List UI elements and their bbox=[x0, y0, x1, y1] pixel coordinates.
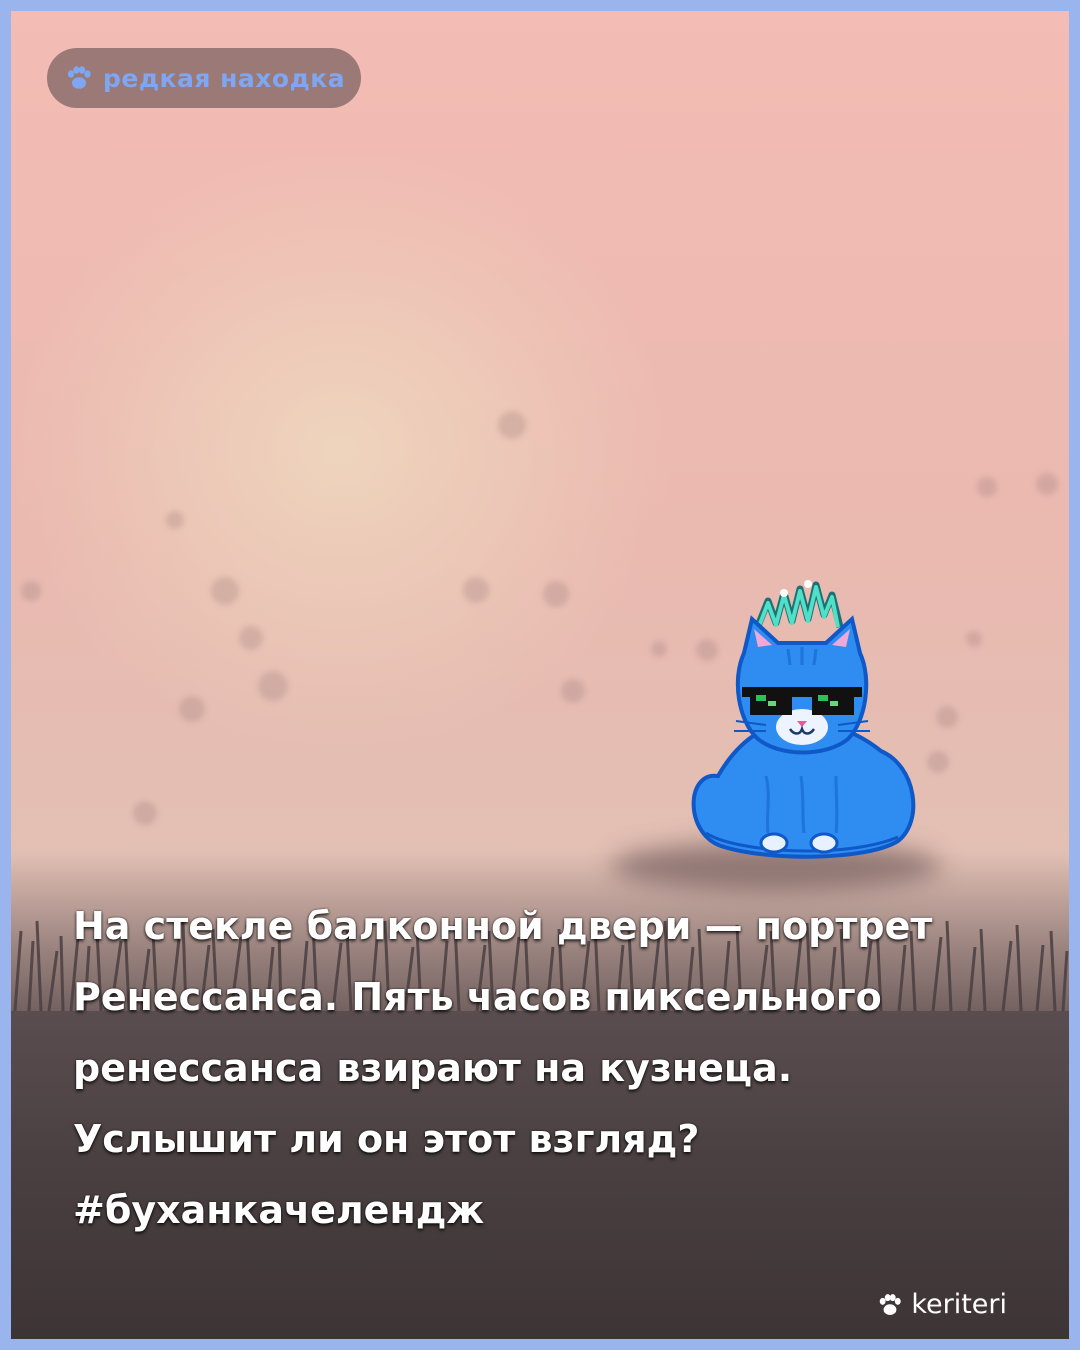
rare-find-badge: редкая находка bbox=[47, 48, 361, 108]
dust-particle bbox=[543, 581, 569, 607]
badge-label: редкая находка bbox=[103, 63, 346, 93]
crest-icon bbox=[752, 580, 844, 633]
dust-particle bbox=[133, 801, 157, 825]
dust-particle bbox=[651, 641, 667, 657]
paw-icon bbox=[880, 1293, 902, 1315]
caption-line: На стекле балконной двери — портрет bbox=[73, 904, 933, 948]
brand-name: keriteri bbox=[911, 1289, 1007, 1320]
dust-particle bbox=[966, 631, 982, 647]
hashtag-link[interactable]: #буханкачелендж bbox=[73, 1175, 1033, 1246]
dust-particle bbox=[1036, 473, 1058, 495]
dust-particle bbox=[977, 477, 997, 497]
image-frame: редкая находка На стекле балконной двери… bbox=[11, 11, 1069, 1339]
dust-particle bbox=[258, 671, 288, 701]
caption-line: ренессанса взирают на кузнеца. bbox=[73, 1046, 793, 1090]
dust-particle bbox=[166, 511, 184, 529]
dust-particle bbox=[936, 706, 958, 728]
cat-illustration bbox=[691, 580, 916, 859]
dust-particle bbox=[927, 751, 949, 773]
paw-icon bbox=[67, 66, 91, 89]
dust-particle bbox=[211, 577, 239, 605]
brand-watermark: keriteri bbox=[877, 1289, 1007, 1320]
dust-particle bbox=[498, 411, 526, 439]
dust-particle bbox=[239, 626, 263, 650]
dust-particle bbox=[561, 679, 585, 703]
caption-line: Ренессанса. Пять часов пиксельного bbox=[73, 975, 882, 1019]
dust-particle bbox=[21, 581, 41, 601]
caption-line: Услышит ли он этот взгляд? bbox=[73, 1117, 700, 1161]
dust-particle bbox=[463, 577, 489, 603]
post-caption: На стекле балконной двери — портрет Рене… bbox=[73, 891, 1033, 1246]
dust-particle bbox=[179, 696, 205, 722]
